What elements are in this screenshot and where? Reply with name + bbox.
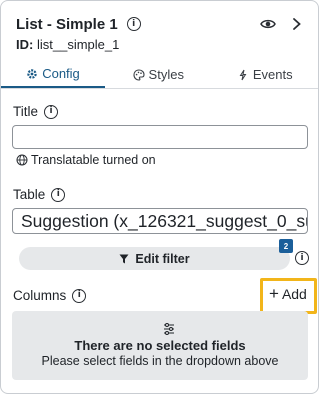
columns-label: Columns [13, 288, 67, 303]
component-id: ID: list__simple_1 [16, 37, 119, 52]
table-input[interactable]: Suggestion (x_126321_suggest_0_sugg [12, 208, 308, 234]
filter-info-icon[interactable]: i [295, 251, 309, 265]
tab-config[interactable]: Config [1, 61, 105, 88]
id-label: ID: [16, 37, 34, 52]
tab-styles-label: Styles [148, 67, 184, 82]
table-label-row: Table i [13, 187, 66, 202]
info-icon[interactable]: i [126, 17, 141, 31]
lightning-icon [239, 69, 247, 80]
empty-state-subtitle: Please select fields in the dropdown abo… [41, 354, 279, 368]
edit-filter-label: Edit filter [135, 251, 190, 266]
edit-filter-button[interactable]: Edit filter [19, 247, 290, 270]
chevron-right-icon[interactable] [290, 16, 304, 32]
panel-header: List - Simple 1 i [16, 13, 306, 35]
tab-config-label: Config [42, 66, 80, 81]
id-value: list__simple_1 [36, 37, 120, 52]
columns-empty-state: There are no selected fields Please sele… [12, 311, 308, 380]
add-column-button[interactable]: + Add [269, 284, 307, 303]
table-label: Table [13, 187, 46, 202]
filter-count-badge: 2 [279, 239, 293, 253]
add-column-label: Add [281, 286, 307, 302]
title-label: Title [13, 104, 39, 119]
page-title: List - Simple 1 [16, 15, 118, 33]
table-info-icon[interactable]: i [51, 187, 66, 202]
globe-icon [16, 154, 28, 166]
filter-icon [119, 254, 129, 263]
properties-panel: List - Simple 1 i ID: list__simple_1 Con… [0, 0, 319, 394]
sliders-icon [164, 323, 174, 335]
translatable-status: Translatable turned on [16, 153, 156, 167]
columns-label-row: Columns i [13, 288, 87, 303]
tab-events[interactable]: Events [212, 61, 319, 88]
eye-icon[interactable] [260, 16, 276, 32]
translatable-text: Translatable turned on [31, 153, 156, 167]
title-input[interactable] [12, 125, 308, 149]
empty-state-title: There are no selected fields [74, 338, 246, 353]
palette-icon [132, 68, 145, 81]
columns-info-icon[interactable]: i [72, 288, 87, 303]
plus-icon: + [269, 284, 279, 303]
tab-events-label: Events [252, 67, 293, 82]
tab-bar: Config Styles Events [1, 61, 318, 89]
gear-icon [27, 68, 37, 79]
title-label-row: Title i [13, 104, 59, 119]
title-info-icon[interactable]: i [44, 104, 59, 119]
tab-styles[interactable]: Styles [105, 61, 212, 88]
